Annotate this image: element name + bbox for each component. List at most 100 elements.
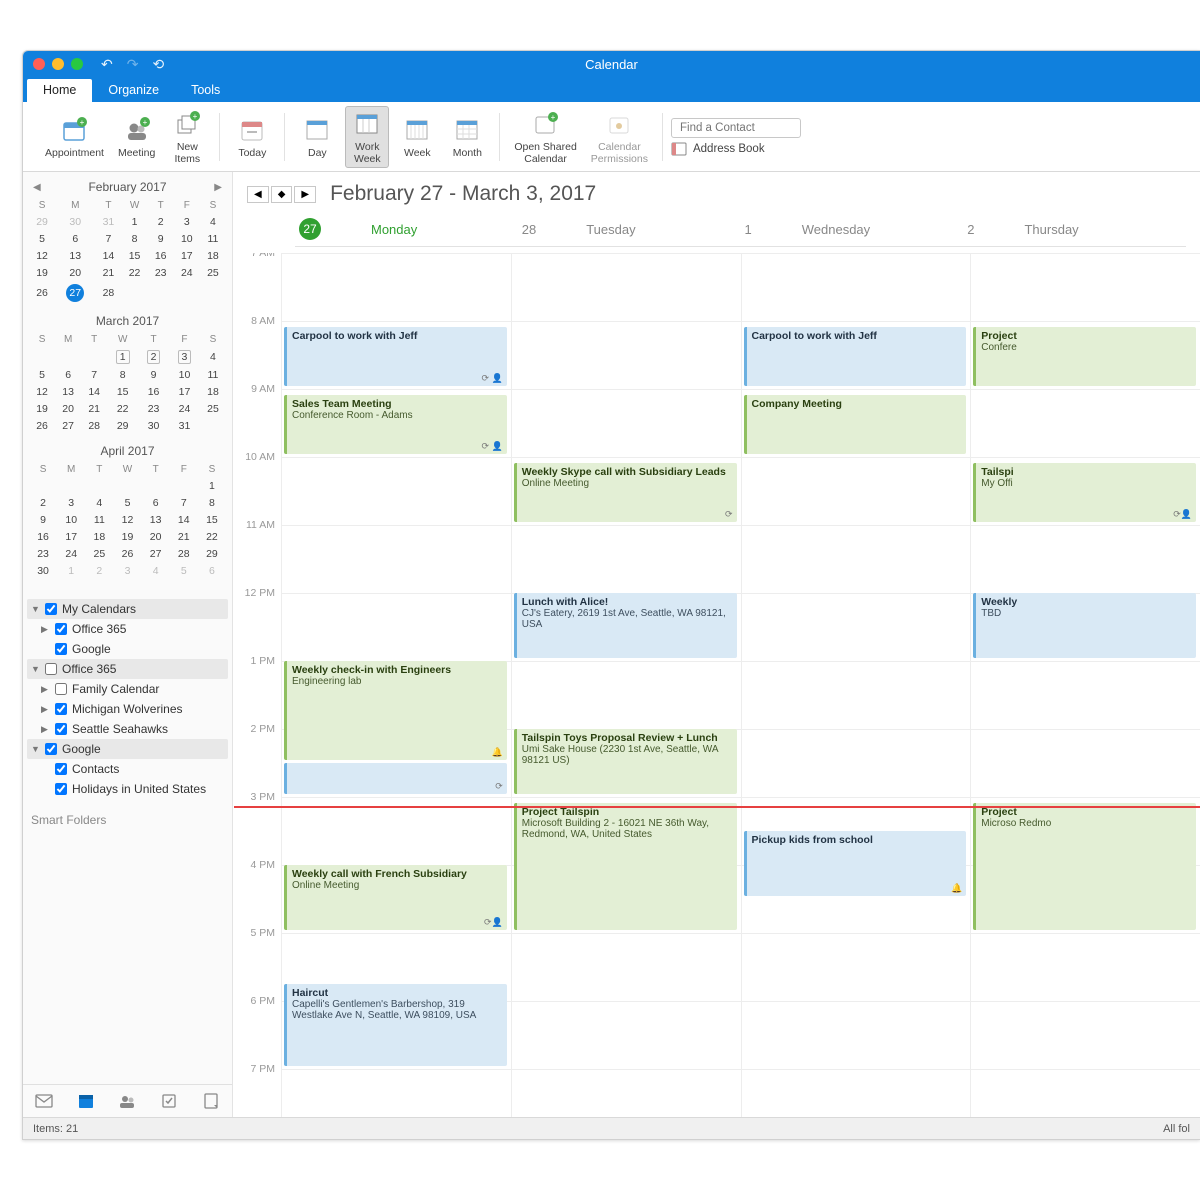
minical-day[interactable]: 25	[85, 545, 113, 562]
minical-day[interactable]: 5	[29, 230, 55, 247]
calendar-event[interactable]: ProjectConfere	[973, 327, 1196, 386]
minical-day[interactable]: 2	[138, 347, 169, 366]
calendar-checkbox[interactable]	[55, 783, 67, 795]
minical-day[interactable]: 29	[198, 545, 226, 562]
minical-day[interactable]: 27	[55, 281, 95, 304]
minical-day[interactable]: 5	[170, 562, 198, 579]
minical-day[interactable]: 2	[85, 562, 113, 579]
address-book-button[interactable]: Address Book	[671, 142, 801, 156]
minical-day[interactable]	[29, 477, 57, 494]
day-view-button[interactable]: Day	[295, 113, 339, 161]
day-column[interactable]: ProjectConfereTailspiMy Offi⟳👤WeeklyTBDP…	[970, 253, 1200, 1117]
minical-day[interactable]: 19	[113, 528, 141, 545]
mail-icon[interactable]	[34, 1091, 54, 1111]
minical-day[interactable]: 7	[170, 494, 198, 511]
minical-day[interactable]: 17	[57, 528, 85, 545]
minical-day[interactable]: 23	[29, 545, 57, 562]
calendar-checkbox[interactable]	[55, 723, 67, 735]
minical-day[interactable]: 23	[138, 400, 169, 417]
minical-day[interactable]: 7	[95, 230, 121, 247]
minical-day[interactable]: 29	[107, 417, 138, 434]
calendar-group[interactable]: ▼Office 365	[27, 659, 228, 679]
minical-day[interactable]: 30	[138, 417, 169, 434]
minical-day[interactable]: 9	[29, 511, 57, 528]
minical-day[interactable]: 13	[55, 383, 81, 400]
day-column[interactable]: 3:08 PMCarpool to work with Jeff⟳ 👤Sales…	[281, 253, 511, 1117]
tab-organize[interactable]: Organize	[92, 79, 175, 102]
minical-day[interactable]: 20	[55, 264, 95, 281]
minical-day[interactable]: 18	[200, 383, 226, 400]
minical-day[interactable]: 4	[85, 494, 113, 511]
minical-day[interactable]: 1	[121, 213, 147, 230]
minical-day[interactable]: 17	[174, 247, 200, 264]
month-view-button[interactable]: Month	[445, 113, 489, 161]
minical-day[interactable]: 15	[107, 383, 138, 400]
minical-day[interactable]: 4	[200, 213, 226, 230]
day-header[interactable]: 2Thursday	[963, 214, 1186, 247]
minical-day[interactable]: 3	[113, 562, 141, 579]
minical-day[interactable]: 8	[121, 230, 147, 247]
minical-day[interactable]: 18	[85, 528, 113, 545]
minical-day[interactable]: 16	[29, 528, 57, 545]
day-header[interactable]: 1Wednesday	[741, 214, 964, 247]
calendar-checkbox[interactable]	[55, 623, 67, 635]
calendar-event[interactable]: Carpool to work with Jeff⟳ 👤	[284, 327, 507, 386]
minical-day[interactable]: 28	[170, 545, 198, 562]
calendar-event[interactable]: ⟳	[284, 763, 507, 794]
calendar-checkbox[interactable]	[55, 683, 67, 695]
calendar-event[interactable]: Project TailspinMicrosoft Building 2 - 1…	[514, 803, 737, 930]
minical-day[interactable]: 24	[57, 545, 85, 562]
minical-day[interactable]: 6	[55, 230, 95, 247]
minical-day[interactable]: 6	[142, 494, 170, 511]
minical-day[interactable]: 5	[29, 366, 55, 383]
group-checkbox[interactable]	[45, 743, 57, 755]
minical-day[interactable]: 11	[200, 366, 226, 383]
calendar-event[interactable]: Company Meeting	[744, 395, 967, 454]
day-column[interactable]: Weekly Skype call with Subsidiary LeadsO…	[511, 253, 741, 1117]
minical-day[interactable]: 7	[81, 366, 107, 383]
calendar-event[interactable]: Weekly Skype call with Subsidiary LeadsO…	[514, 463, 737, 522]
chevron-right-icon[interactable]: ▶	[214, 182, 222, 193]
minical-day[interactable]: 28	[95, 281, 121, 304]
minical-day[interactable]: 26	[29, 281, 55, 304]
minical-day[interactable]	[113, 477, 141, 494]
minical-day[interactable]	[81, 347, 107, 366]
calendar-item[interactable]: ▶Seattle Seahawks	[27, 719, 228, 739]
day-header[interactable]: 27Monday	[295, 214, 518, 247]
minical-day[interactable]: 30	[29, 562, 57, 579]
minical-day[interactable]	[200, 417, 226, 434]
minical-day[interactable]	[57, 477, 85, 494]
minical-day[interactable]: 29	[29, 213, 55, 230]
day-column[interactable]: Carpool to work with JeffCompany Meeting…	[741, 253, 971, 1117]
minical-day[interactable]	[85, 477, 113, 494]
calendar-checkbox[interactable]	[55, 763, 67, 775]
calendar-event[interactable]: HaircutCapelli's Gentlemen's Barbershop,…	[284, 984, 507, 1066]
minical-day[interactable]: 24	[174, 264, 200, 281]
minical-day[interactable]: 19	[29, 400, 55, 417]
minical-day[interactable]: 22	[121, 264, 147, 281]
minical-day[interactable]: 31	[95, 213, 121, 230]
today-range-button[interactable]: ◆	[271, 186, 293, 203]
minical-day[interactable]: 20	[142, 528, 170, 545]
minical-day[interactable]: 25	[200, 400, 226, 417]
minical-day[interactable]: 3	[169, 347, 200, 366]
minical-day[interactable]: 25	[200, 264, 226, 281]
minical-day[interactable]: 8	[107, 366, 138, 383]
minical-day[interactable]: 12	[29, 383, 55, 400]
minical-day[interactable]: 3	[174, 213, 200, 230]
calendar-event[interactable]: Lunch with Alice!CJ's Eatery, 2619 1st A…	[514, 593, 737, 658]
prev-range-button[interactable]: ◀	[247, 186, 269, 203]
minical-day[interactable]: 19	[29, 264, 55, 281]
tab-tools[interactable]: Tools	[175, 79, 236, 102]
calendar-event[interactable]: Pickup kids from school🔔	[744, 831, 967, 896]
calendar-event[interactable]: Weekly check-in with EngineersEngineerin…	[284, 661, 507, 760]
calendar-checkbox[interactable]	[55, 703, 67, 715]
calendar-checkbox[interactable]	[55, 643, 67, 655]
minical-day[interactable]: 2	[148, 213, 174, 230]
minical-day[interactable]: 10	[174, 230, 200, 247]
minical-day[interactable]: 14	[81, 383, 107, 400]
minical-day[interactable]: 4	[200, 347, 226, 366]
minical-day[interactable]: 3	[57, 494, 85, 511]
minical-day[interactable]: 12	[113, 511, 141, 528]
notes-icon[interactable]	[201, 1091, 221, 1111]
